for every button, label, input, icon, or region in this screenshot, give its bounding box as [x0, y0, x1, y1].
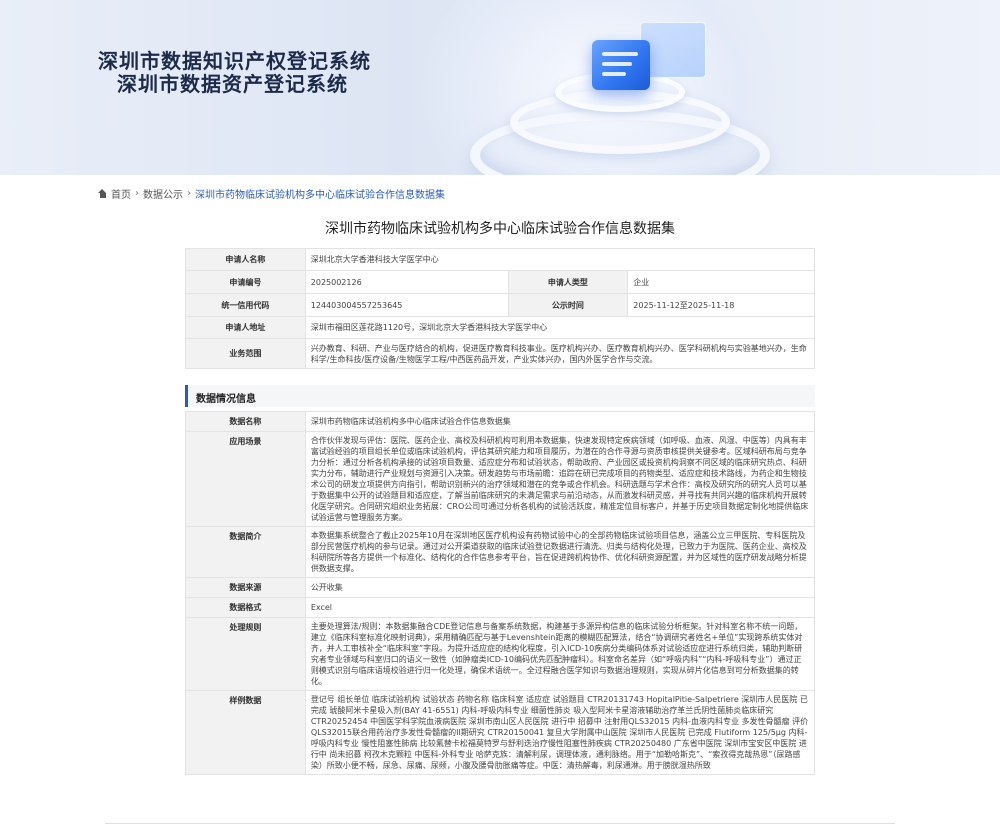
table-row: 样例数据 登记号 组长单位 临床试验机构 试验状态 药物名称 临床科室 适应症 … [185, 690, 816, 775]
sample-value: 登记号 组长单位 临床试验机构 试验状态 药物名称 临床科室 适应症 试验题目 … [304, 690, 816, 775]
field-label: 样例数据 [185, 690, 306, 775]
table-row: 申请编号 2025002126 申请人类型 企业 [185, 270, 815, 294]
header-banner: 深圳市数据知识产权登记系统 深圳市数据资产登记系统 [0, 0, 1000, 175]
section-heading-text: 数据情况信息 [196, 394, 256, 405]
applicant-name-value: 深圳北京大学香港科技大学医学中心 [304, 248, 816, 271]
section-heading: 数据情况信息 [185, 385, 815, 407]
field-label: 申请人类型 [507, 270, 629, 294]
system-title-asset: 深圳市数据资产登记系统 [117, 72, 348, 96]
breadcrumb-home[interactable]: 首页 [111, 186, 131, 201]
chevron-right-icon: › [135, 188, 139, 199]
home-icon [98, 189, 107, 198]
table-row: 申请人地址 深圳市福田区莲花路1120号，深圳北京大学香港科技大学医学中心 [185, 316, 816, 339]
format-value: Excel [304, 597, 816, 618]
business-scope-value: 兴办教育、科研、产业与医疗结合的机构，促进医疗教育科技事业。医疗机构兴办、医疗教… [304, 338, 816, 369]
field-label: 申请人地址 [185, 316, 306, 339]
address-value: 深圳市福田区莲花路1120号，深圳北京大学香港科技大学医学中心 [304, 316, 816, 339]
table-row: 数据来源 公开收集 [185, 577, 816, 598]
dataset-info-table: 数据名称 深圳市药物临床试验机构多中心临床试验合作信息数据集 应用场景 合作伙伴… [185, 411, 816, 775]
table-row: 数据简介 本数据集系统整合了截止2025年10月在深圳地区医疗机构设有药物试验中… [185, 526, 816, 578]
chevron-right-icon: › [187, 188, 191, 199]
field-label: 应用场景 [185, 431, 306, 527]
table-row: 处理规则 主要处理算法/规则：本数据集融合CDE登记信息与备案系统数据，构建基于… [185, 617, 816, 691]
rules-value: 主要处理算法/规则：本数据集融合CDE登记信息与备案系统数据，构建基于多源异构信… [304, 617, 816, 691]
field-label: 数据简介 [185, 526, 306, 578]
field-label: 业务范围 [185, 338, 306, 369]
table-row: 数据名称 深圳市药物临床试验机构多中心临床试验合作信息数据集 [185, 411, 816, 432]
footer-divider [105, 823, 895, 824]
page-title: 深圳市药物临床试验机构多中心临床试验合作信息数据集 [325, 221, 675, 237]
table-row: 申请人名称 深圳北京大学香港科技大学医学中心 [185, 248, 816, 271]
field-label: 数据来源 [185, 577, 306, 598]
field-label: 数据名称 [185, 411, 306, 432]
table-row: 统一信用代码 12440300455725364​5 公示时间 2025-11-… [185, 293, 815, 317]
field-label: 公示时间 [507, 293, 629, 317]
field-label: 处理规则 [185, 617, 306, 691]
breadcrumb-notice[interactable]: 数据公示 [143, 186, 183, 201]
scenario-value: 合作伙伴发现与评估：医院、医药企业、高校及科研机构可利用本数据集，快速发现特定疾… [304, 431, 816, 527]
dataset-name-value: 深圳市药物临床试验机构多中心临床试验合作信息数据集 [304, 411, 816, 432]
breadcrumb: 首页 › 数据公示 › 深圳市药物临床试验机构多中心临床试验合作信息数据集 [98, 186, 445, 201]
basic-info-table: 申请人名称 深圳北京大学香港科技大学医学中心 申请编号 2025002126 申… [185, 248, 816, 369]
table-row: 数据格式 Excel [185, 597, 816, 618]
breadcrumb-current: 深圳市药物临床试验机构多中心临床试验合作信息数据集 [195, 190, 445, 201]
table-row: 业务范围 兴办教育、科研、产业与医疗结合的机构，促进医疗教育科技事业。医疗机构兴… [185, 338, 816, 369]
field-label: 数据格式 [185, 597, 306, 618]
application-no-value: 2025002126 [304, 270, 509, 294]
field-label: 申请编号 [185, 270, 306, 294]
source-value: 公开收集 [304, 577, 816, 598]
table-row: 应用场景 合作伙伴发现与评估：医院、医药企业、高校及科研机构可利用本数据集，快速… [185, 431, 816, 527]
summary-value: 本数据集系统整合了截止2025年10月在深圳地区医疗机构设有药物试验中心的全部药… [304, 526, 816, 578]
applicant-type-value: 企业 [627, 270, 815, 294]
data-cube-icon [592, 40, 650, 90]
field-label: 申请人名称 [185, 248, 306, 271]
credit-code-value: 12440300455725364​5 [304, 293, 509, 317]
notice-period-value: 2025-11-12至2025-11-18 [627, 293, 815, 317]
field-label: 统一信用代码 [185, 293, 306, 317]
